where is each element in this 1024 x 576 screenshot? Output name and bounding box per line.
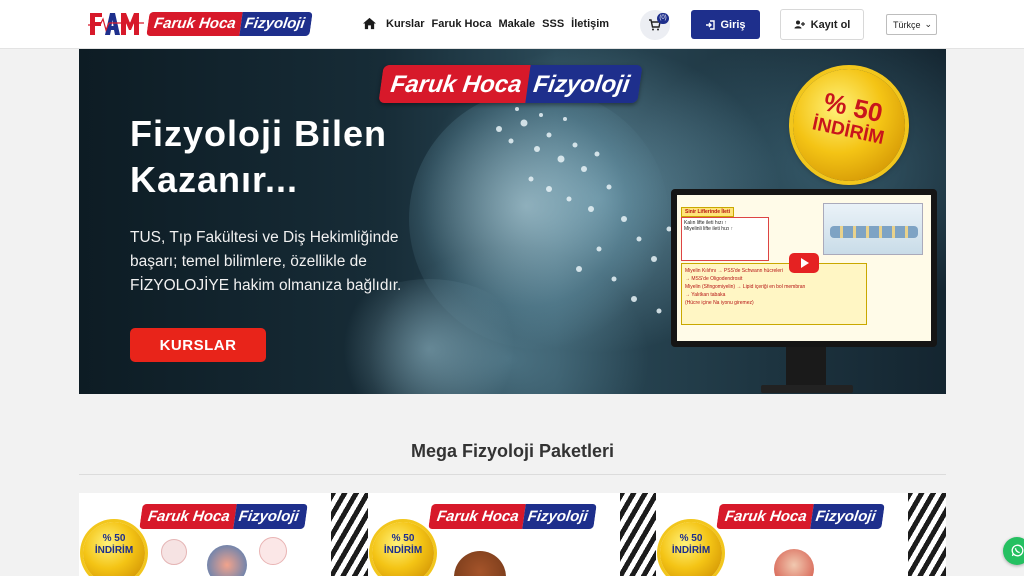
card-medal-percent: % 50 — [391, 533, 415, 544]
hero-brand-wordmark: Faruk Hoca Fizyoloji — [378, 65, 643, 103]
lecture-slide: Sinir Liflerinde İleti Kalın lifte ileti… — [677, 195, 931, 341]
card-discount-medal: % 50 İNDİRİM — [83, 522, 145, 576]
slide-line-1: Miyelin Kılıfını → PSS'de Schwann hücrel… — [685, 268, 783, 274]
home-icon[interactable] — [362, 17, 377, 30]
card-brand-part-1: Faruk Hoca — [139, 504, 237, 529]
slide-heading: Sinir Liflerinde İleti — [681, 207, 735, 217]
hero-brand-part-1: Faruk Hoca — [378, 65, 531, 103]
hero-title-line-2: Kazanır... — [130, 159, 299, 200]
nav-faruk-hoca[interactable]: Faruk Hoca — [432, 18, 492, 30]
register-button[interactable]: Kayıt ol — [780, 9, 864, 40]
discount-badge: % 50 İNDİRİM — [793, 69, 905, 181]
login-button[interactable]: Giriş — [691, 10, 760, 39]
hero-brand-part-2: Fizyoloji — [525, 65, 643, 103]
card-brand: Faruk Hoca Fizyoloji — [139, 504, 308, 529]
card-medal-percent: % 50 — [102, 533, 126, 544]
whatsapp-icon — [1011, 544, 1024, 557]
card-brand-part-1: Faruk Hoca — [428, 504, 526, 529]
card-brand-part-2: Fizyoloji — [232, 504, 308, 529]
slide-line-2: → MSS'de Oligodendrosit — [685, 276, 743, 282]
hero-description: TUS, Tıp Fakültesi ve Diş Hekimliğinde b… — [130, 226, 440, 298]
card-medal-percent: % 50 — [679, 533, 703, 544]
site-logo[interactable]: Faruk Hoca Fizyoloji — [88, 10, 313, 38]
brand-wordmark: Faruk Hoca Fizyoloji — [146, 12, 313, 36]
lecture-monitor: Sinir Liflerinde İleti Kalın lifte ileti… — [671, 189, 937, 347]
slide-notes: Miyelin Kılıfını → PSS'de Schwann hücrel… — [681, 263, 867, 325]
play-icon[interactable] — [789, 253, 819, 273]
card-brand: Faruk Hoca Fizyoloji — [716, 504, 885, 529]
chevron-down-icon: ⌄ — [924, 19, 932, 29]
login-label: Giriş — [720, 18, 746, 31]
hero-banner: Faruk Hoca Fizyoloji Fizyoloji Bilen Kaz… — [79, 49, 946, 394]
hero-text-line-1: TUS, Tıp Fakültesi ve Diş Hekimliğinde — [130, 229, 399, 246]
card-brand-part-2: Fizyoloji — [809, 504, 885, 529]
cart-button[interactable]: (0) — [640, 10, 670, 40]
lungs-icon — [161, 539, 187, 565]
package-card[interactable]: Faruk Hoca Fizyoloji % 50 İNDİRİM — [368, 493, 658, 576]
axon-diagram — [823, 203, 923, 255]
card-medal-label: İNDİRİM — [671, 545, 711, 556]
monitor-base — [761, 385, 853, 393]
card-brand: Faruk Hoca Fizyoloji — [428, 504, 597, 529]
whatsapp-button[interactable] — [1003, 537, 1024, 565]
card-brand-part-2: Fizyoloji — [521, 504, 597, 529]
card-stripes — [331, 493, 369, 576]
card-discount-medal: % 50 İNDİRİM — [660, 522, 722, 576]
nav-makale[interactable]: Makale — [498, 18, 535, 30]
slide-bullets: Kalın lifte ileti hızı ↑ Miyelinli lifte… — [681, 217, 769, 261]
slide-bullet-2: Miyelinli lifte ileti hızı ↑ — [684, 226, 734, 232]
nav-kurslar[interactable]: Kurslar — [386, 18, 425, 30]
anatomy-figure-icon — [207, 545, 247, 576]
person-illustration — [454, 551, 506, 576]
card-brand-part-1: Faruk Hoca — [716, 504, 814, 529]
language-value: Türkçe — [893, 19, 921, 30]
slide-line-3: Miyelin (Sfingomiyelin) → Lipid içeriği … — [685, 284, 806, 290]
package-card[interactable]: Faruk Hoca Fizyoloji % 50 İNDİRİM — [79, 493, 369, 576]
card-medal-label: İNDİRİM — [383, 545, 423, 556]
brain-icon — [259, 537, 287, 565]
monitor-stand — [786, 347, 826, 385]
user-plus-icon — [794, 20, 805, 29]
login-icon — [706, 19, 716, 30]
courses-cta-button[interactable]: KURSLAR — [130, 328, 266, 362]
card-medal-label: İNDİRİM — [94, 545, 134, 556]
card-discount-medal: % 50 İNDİRİM — [372, 522, 434, 576]
hero-title: Fizyoloji Bilen Kazanır... — [130, 111, 460, 203]
brand-part-2: Fizyoloji — [239, 12, 313, 36]
slide-line-4: → Yalıtkan tabaka — [685, 292, 726, 298]
card-stripes — [620, 493, 658, 576]
hero-text-line-3: FİZYOLOJİYE hakim olmanıza bağlıdır. — [130, 277, 402, 294]
section-divider — [79, 474, 946, 475]
slide-line-5: (Hücre içine Na iyonu giremez) — [685, 300, 754, 306]
cart-count-badge: (0) — [657, 13, 669, 24]
hero-text-line-2: başarı; temel bilimlere, özellikle de — [130, 253, 367, 270]
site-header: Faruk Hoca Fizyoloji Kurslar Faruk Hoca … — [0, 0, 1024, 49]
card-stripes — [908, 493, 946, 576]
package-card[interactable]: Faruk Hoca Fizyoloji % 50 İNDİRİM — [656, 493, 946, 576]
nav-sss[interactable]: SSS — [542, 18, 564, 30]
register-label: Kayıt ol — [810, 18, 851, 31]
nav-iletisim[interactable]: İletişim — [571, 18, 609, 30]
main-nav: Kurslar Faruk Hoca Makale SSS İletişim — [362, 17, 609, 30]
person-illustration — [774, 549, 814, 576]
section-title: Mega Fizyoloji Paketleri — [410, 441, 615, 461]
hero-title-line-1: Fizyoloji Bilen — [130, 113, 388, 154]
language-select[interactable]: Türkçe ⌄ — [886, 14, 937, 35]
brand-part-1: Faruk Hoca — [146, 12, 243, 36]
logo-icon — [88, 11, 144, 37]
